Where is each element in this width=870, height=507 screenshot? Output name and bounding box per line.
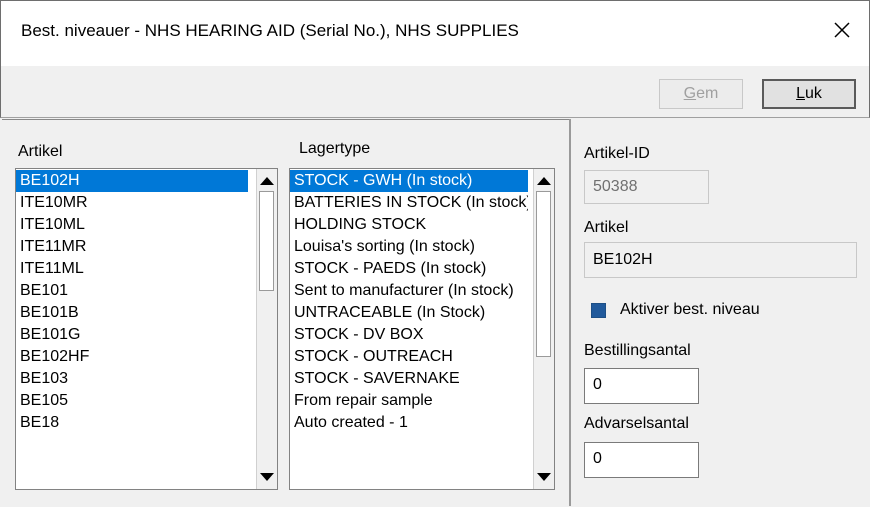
list-item[interactable]: BE101B <box>16 302 248 324</box>
list-item[interactable]: STOCK - SAVERNAKE <box>290 368 528 390</box>
lagertype-scrollbar[interactable] <box>533 169 554 489</box>
advarselsantal-input[interactable]: 0 <box>584 442 699 478</box>
list-item[interactable]: BE105 <box>16 390 248 412</box>
artikel-id-label: Artikel-ID <box>584 145 650 162</box>
list-item[interactable]: BE101 <box>16 280 248 302</box>
save-button-label: Gem <box>683 85 719 102</box>
artikel-listbox[interactable]: BE102H ITE10MR ITE10ML ITE11MR ITE11ML BE101 B… <box>15 168 278 490</box>
scroll-up-button[interactable] <box>534 171 554 191</box>
list-item[interactable]: BE102H <box>16 170 248 192</box>
list-item[interactable]: Auto created - 1 <box>290 412 528 434</box>
list-item[interactable]: ITE10ML <box>16 214 248 236</box>
list-item[interactable]: ITE11MR <box>16 236 248 258</box>
artikel-id-field: 50388 <box>584 170 709 204</box>
chevron-down-icon <box>260 473 274 481</box>
scroll-thumb[interactable] <box>536 191 551 357</box>
chevron-up-icon <box>537 177 551 185</box>
scroll-thumb[interactable] <box>259 191 274 291</box>
close-button[interactable]: Luk <box>762 79 856 109</box>
list-item[interactable]: STOCK - PAEDS (In stock) <box>290 258 528 280</box>
list-item[interactable]: UNTRACEABLE (In Stock) <box>290 302 528 324</box>
scroll-up-button[interactable] <box>257 171 277 191</box>
scroll-down-button[interactable] <box>534 467 554 487</box>
title-bar: Best. niveauer - NHS HEARING AID (Serial… <box>0 0 870 66</box>
artikel-field: BE102H <box>584 242 857 278</box>
list-item[interactable]: BE102HF <box>16 346 248 368</box>
list-item[interactable]: Sent to manufacturer (In stock) <box>290 280 528 302</box>
bestillingsantal-input[interactable]: 0 <box>584 368 699 404</box>
chevron-down-icon <box>537 473 551 481</box>
list-item[interactable]: BATTERIES IN STOCK (In stock) <box>290 192 528 214</box>
list-item[interactable]: From repair sample <box>290 390 528 412</box>
aktiver-checkbox[interactable] <box>591 303 606 318</box>
close-button-label: Luk <box>796 85 822 102</box>
list-item[interactable]: Louisa's sorting (In stock) <box>290 236 528 258</box>
bestillingsantal-label: Bestillingsantal <box>584 342 691 359</box>
artikel-list-label: Artikel <box>18 143 63 160</box>
advarselsantal-label: Advarselsantal <box>584 415 689 432</box>
list-item[interactable]: BE103 <box>16 368 248 390</box>
scroll-down-button[interactable] <box>257 467 277 487</box>
close-icon[interactable] <box>825 13 859 47</box>
artikel-scrollbar[interactable] <box>256 169 277 489</box>
aktiver-label[interactable]: Aktiver best. niveau <box>620 301 760 319</box>
list-item[interactable]: BE101G <box>16 324 248 346</box>
lagertype-list-label: Lagertype <box>299 140 371 157</box>
list-item[interactable]: HOLDING STOCK <box>290 214 528 236</box>
list-item[interactable]: ITE10MR <box>16 192 248 214</box>
window-title: Best. niveauer - NHS HEARING AID (Serial… <box>21 21 519 40</box>
list-item[interactable]: STOCK - GWH (In stock) <box>290 170 528 192</box>
pane-divider[interactable] <box>569 119 571 506</box>
chevron-up-icon <box>260 177 274 185</box>
artikel-label: Artikel <box>584 219 629 236</box>
list-item[interactable]: STOCK - DV BOX <box>290 324 528 346</box>
list-item[interactable]: BE18 <box>16 412 248 434</box>
list-item[interactable]: ITE11ML <box>16 258 248 280</box>
lagertype-listbox[interactable]: STOCK - GWH (In stock) BATTERIES IN STOCK… <box>289 168 555 490</box>
save-button[interactable]: Gem <box>659 79 743 109</box>
list-item[interactable]: STOCK - OUTREACH <box>290 346 528 368</box>
